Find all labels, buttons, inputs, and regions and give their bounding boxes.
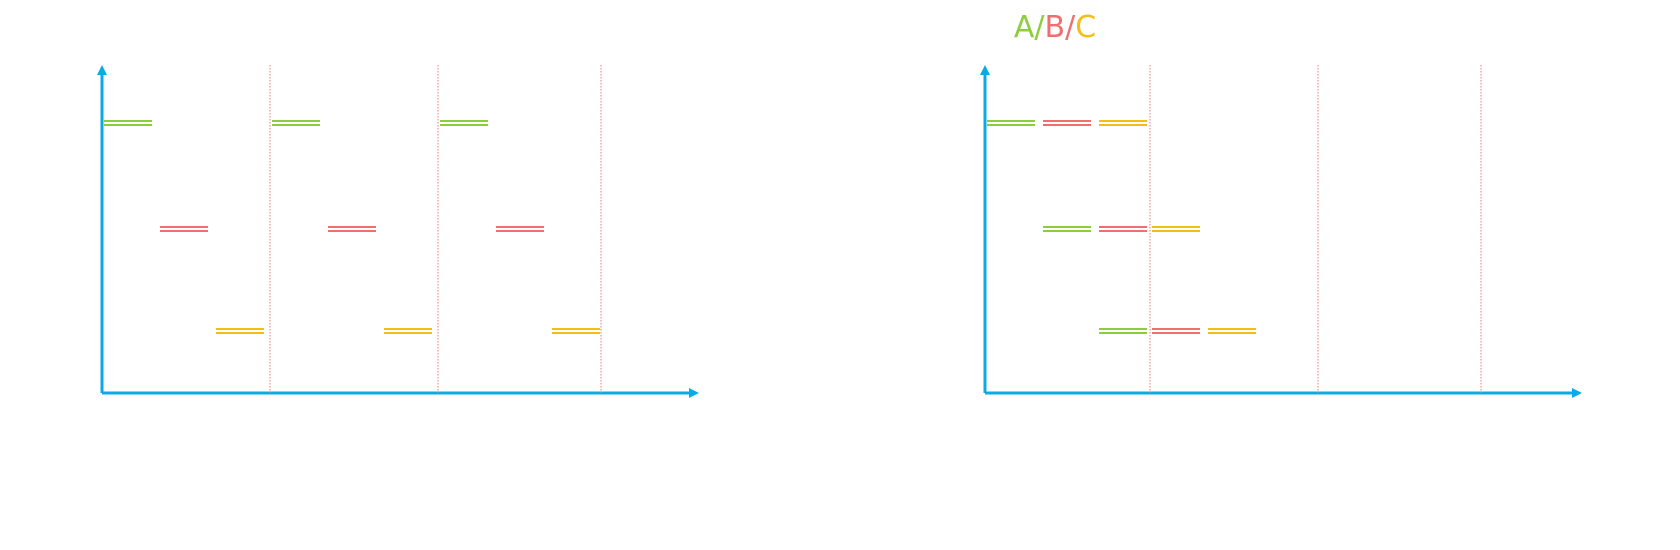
task-segment xyxy=(272,120,320,126)
task-segment xyxy=(1043,120,1091,126)
task-segment xyxy=(496,226,544,232)
task-segment xyxy=(1152,328,1200,334)
legend-part-2: B xyxy=(1044,10,1065,45)
pipelined-timeline-diagram xyxy=(980,65,1582,398)
task-segment xyxy=(1099,328,1147,334)
task-segment xyxy=(1099,226,1147,232)
task-segment xyxy=(987,120,1035,126)
legend-part-4: C xyxy=(1075,10,1096,45)
sequential-timeline-diagram xyxy=(97,65,699,398)
legend-title: A/B/C xyxy=(1014,10,1096,45)
period-dividers xyxy=(269,65,602,393)
task-segments xyxy=(104,120,600,334)
task-segment xyxy=(440,120,488,126)
task-segment xyxy=(328,226,376,232)
task-segment xyxy=(552,328,600,334)
diagram-canvas: A/B/C xyxy=(97,10,1582,398)
period-dividers xyxy=(1149,65,1482,393)
task-segment xyxy=(160,226,208,232)
task-segment xyxy=(104,120,152,126)
task-segment xyxy=(1099,120,1147,126)
task-segment xyxy=(1043,226,1091,232)
task-segment xyxy=(384,328,432,334)
task-segment xyxy=(1208,328,1256,334)
task-segment xyxy=(216,328,264,334)
diagram-stage: A/B/C xyxy=(0,0,1680,550)
legend-part-0: A xyxy=(1014,10,1035,45)
task-segment xyxy=(1152,226,1200,232)
task-segments xyxy=(987,120,1256,334)
